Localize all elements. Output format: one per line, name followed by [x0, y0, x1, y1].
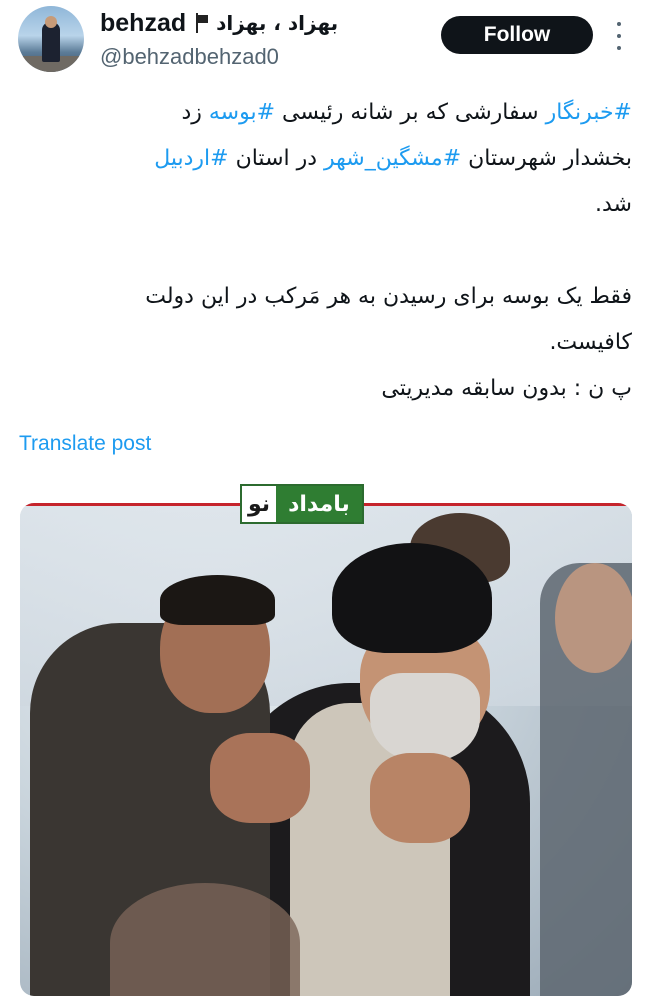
post-line-4: فقط یک بوسه برای رسیدن به هر مَرکب در ای…	[145, 284, 632, 309]
media-foreground-person	[110, 883, 300, 996]
display-name-row[interactable]: behzad بهزاد ، بهزاد	[100, 8, 338, 38]
follow-button[interactable]: Follow	[441, 16, 593, 54]
user-avatar[interactable]	[18, 6, 84, 72]
post-text-segment: زد	[181, 100, 209, 125]
hashtag-link[interactable]: #اردبیل	[154, 146, 228, 171]
hashtag-link[interactable]: #خبرنگار	[546, 100, 632, 125]
post-line-5: کافیست.	[549, 330, 632, 355]
flag-icon	[194, 13, 209, 33]
logo-text-bamdad: بامداد	[276, 486, 362, 522]
hashtag-link[interactable]: #مشگین_شهر	[324, 146, 461, 171]
post-line-3: شد.	[595, 192, 632, 217]
post-media-image[interactable]	[20, 503, 632, 996]
bamdad-no-logo: نو بامداد	[240, 484, 364, 524]
post-text-segment: در استان	[228, 146, 325, 171]
post-text-segment: بخشدار شهرستان	[461, 146, 632, 171]
media-hand-right	[370, 753, 470, 843]
media-cleric-beard	[370, 673, 480, 763]
avatar-figure	[42, 22, 60, 62]
display-name-en[interactable]: behzad	[100, 9, 186, 38]
media-person-left-hair	[160, 575, 275, 625]
post-text-segment: سفارشی که بر شانه رئیسی	[275, 100, 546, 125]
post-line-1: #خبرنگار سفارشی که بر شانه رئیسی #بوسه ز…	[20, 90, 632, 136]
display-name-fa[interactable]: بهزاد ، بهزاد	[216, 11, 338, 35]
media-hand-left	[210, 733, 310, 823]
post-text: #خبرنگار سفارشی که بر شانه رئیسی #بوسه ز…	[20, 90, 632, 412]
more-options-icon[interactable]	[614, 22, 624, 50]
post-line-6: پ ن : بدون سابقه مدیریتی	[381, 376, 632, 401]
post-line-2: بخشدار شهرستان #مشگین_شهر در استان #اردب…	[20, 136, 632, 182]
logo-text-no: نو	[242, 486, 277, 522]
post-header: behzad بهزاد ، بهزاد @behzadbehzad0 Foll…	[0, 0, 650, 82]
avatar-figure-head	[45, 16, 57, 28]
media-cleric-turban	[332, 543, 492, 653]
post-paragraph-gap	[20, 228, 632, 274]
hashtag-link[interactable]: #بوسه	[209, 100, 275, 125]
media-person-right-head	[555, 563, 632, 673]
translate-post-link[interactable]: Translate post	[19, 432, 151, 456]
user-handle[interactable]: @behzadbehzad0	[100, 44, 279, 70]
